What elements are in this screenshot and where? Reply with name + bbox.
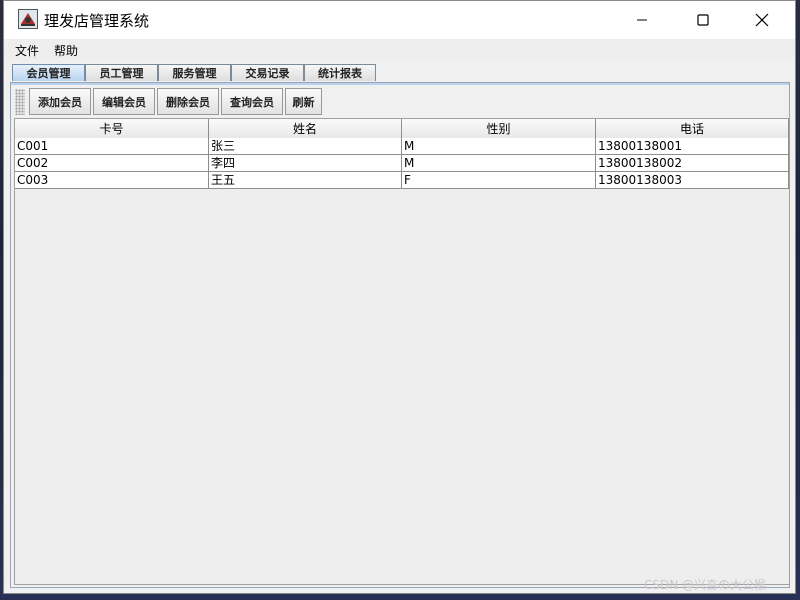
member-table[interactable]: 卡号 姓名 性别 电话 C001 张三 M 13800138001 C002 李… (14, 118, 790, 585)
cell-phone: 13800138001 (596, 138, 789, 154)
tab-statistics-report[interactable]: 统计报表 (304, 64, 376, 81)
tab-member-management[interactable]: 会员管理 (12, 64, 85, 81)
cell-gender: M (402, 138, 596, 154)
column-header-name[interactable]: 姓名 (209, 119, 402, 138)
table-row[interactable]: C003 王五 F 13800138003 (15, 172, 789, 189)
tab-transaction-records[interactable]: 交易记录 (231, 64, 304, 81)
maximize-icon (697, 14, 709, 26)
delete-member-button[interactable]: 删除会员 (157, 88, 219, 115)
tab-employee-management[interactable]: 员工管理 (85, 64, 158, 81)
cell-card-number: C002 (15, 155, 209, 171)
cell-name: 张三 (209, 138, 402, 154)
query-member-button[interactable]: 查询会员 (221, 88, 283, 115)
menu-bar: 文件 帮助 (4, 39, 795, 60)
edit-member-button[interactable]: 编辑会员 (93, 88, 155, 115)
refresh-button[interactable]: 刷新 (285, 88, 322, 115)
table-row[interactable]: C002 李四 M 13800138002 (15, 155, 789, 172)
table-row[interactable]: C001 张三 M 13800138001 (15, 138, 789, 155)
menu-file[interactable]: 文件 (15, 42, 39, 59)
member-panel: 添加会员 编辑会员 删除会员 查询会员 刷新 卡号 姓名 性别 电话 C001 … (10, 82, 790, 588)
close-button[interactable] (739, 1, 785, 39)
tab-service-management[interactable]: 服务管理 (158, 64, 231, 81)
app-window: 理发店管理系统 文件 帮助 会员管理 员工管理 服务管理 交易记录 统计报表 添… (3, 0, 796, 594)
minimize-button[interactable] (619, 1, 665, 39)
cell-card-number: C003 (15, 172, 209, 188)
minimize-icon (637, 19, 647, 21)
menu-help[interactable]: 帮助 (54, 42, 78, 59)
maximize-button[interactable] (680, 1, 726, 39)
cell-phone: 13800138002 (596, 155, 789, 171)
title-bar[interactable]: 理发店管理系统 (4, 1, 795, 39)
column-header-card-number[interactable]: 卡号 (15, 119, 209, 138)
add-member-button[interactable]: 添加会员 (29, 88, 91, 115)
window-title: 理发店管理系统 (44, 12, 150, 30)
close-icon (755, 13, 769, 27)
cell-card-number: C001 (15, 138, 209, 154)
column-header-gender[interactable]: 性别 (402, 119, 596, 138)
watermark-text: CSDN @兴奋の大公猴 (644, 578, 767, 592)
column-header-phone[interactable]: 电话 (596, 119, 789, 138)
cell-name: 王五 (209, 172, 402, 188)
table-header: 卡号 姓名 性别 电话 (15, 119, 789, 139)
toolbar: 添加会员 编辑会员 删除会员 查询会员 刷新 (13, 87, 785, 117)
app-icon (18, 9, 38, 29)
cell-name: 李四 (209, 155, 402, 171)
cell-gender: M (402, 155, 596, 171)
cell-gender: F (402, 172, 596, 188)
tab-strip: 会员管理 员工管理 服务管理 交易记录 统计报表 (4, 61, 795, 83)
panel-accent-line (11, 83, 789, 85)
toolbar-grip-handle[interactable] (15, 89, 25, 115)
cell-phone: 13800138003 (596, 172, 789, 188)
